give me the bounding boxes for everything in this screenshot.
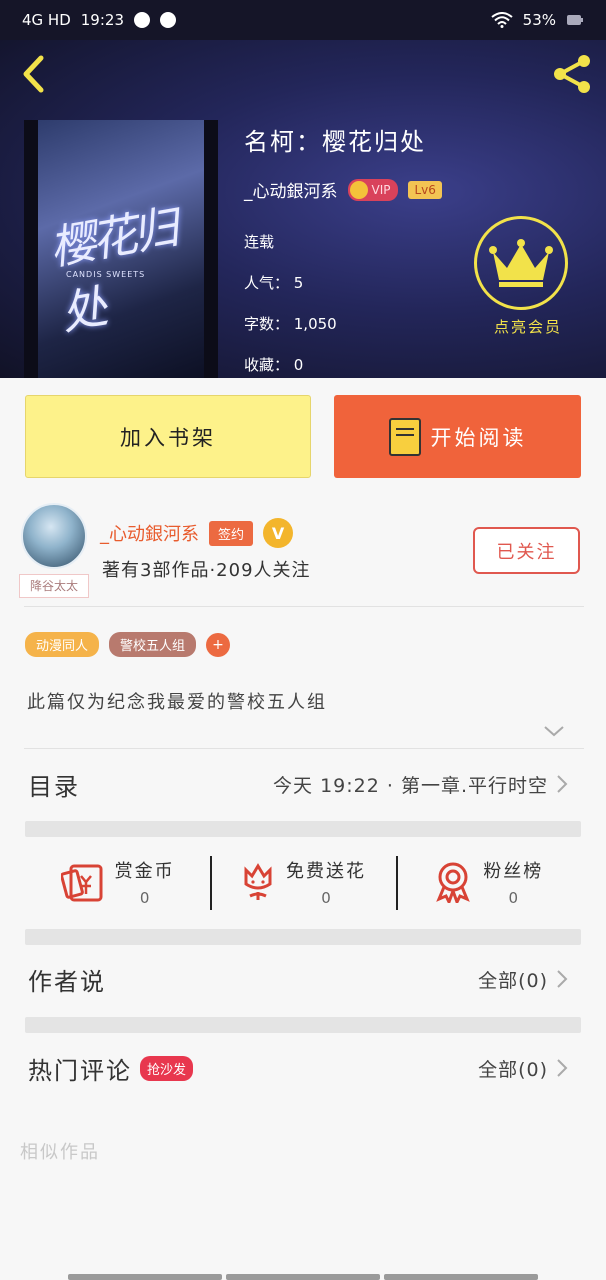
author-card-name[interactable]: _心动銀河系 — [100, 520, 199, 546]
wifi-icon — [491, 12, 513, 28]
signed-badge: 签约 — [209, 520, 254, 546]
weibo-icon — [160, 12, 176, 28]
fan-ranking-value: 0 — [508, 889, 519, 907]
expand-chevron-down-icon[interactable] — [543, 724, 565, 738]
gesture-bar — [68, 1274, 538, 1280]
hot-comments-all: 全部(0) — [478, 1058, 548, 1081]
member-button[interactable] — [474, 216, 568, 310]
hot-comments-label: 热门评论 — [28, 1056, 132, 1085]
add-to-shelf-label: 加入书架 — [120, 425, 216, 450]
book-header: 樱花归处 CANDIS SWEETS 名柯：樱花归处 _心动銀河系 VIP Lv… — [0, 40, 606, 378]
sofa-badge[interactable]: 抢沙发 — [140, 1055, 194, 1081]
section-separator — [25, 929, 581, 945]
vip-label: VIP — [371, 182, 391, 197]
stats-row: 赏金币 0 免费送花 0 粉丝榜 0 — [25, 852, 581, 912]
chevron-right-icon — [557, 970, 568, 988]
fan-ranking[interactable]: 粉丝榜 0 — [395, 852, 581, 912]
catalog-label: 目录 — [28, 772, 80, 801]
coin-envelope-icon — [60, 864, 103, 902]
vip-star-icon — [349, 180, 368, 199]
add-tag-button[interactable]: + — [206, 632, 231, 657]
latest-chapter: 今天 19:22 · 第一章.平行时空 — [273, 774, 548, 797]
hot-comments-row[interactable]: 热门评论 抢沙发 全部(0) — [28, 1050, 568, 1086]
verified-v-icon: V — [263, 518, 294, 548]
share-icon[interactable] — [550, 52, 594, 96]
book-status: 连载 — [244, 233, 275, 251]
author-works-info: 著有3部作品·209人关注 — [102, 560, 311, 581]
gesture-segment — [226, 1274, 380, 1280]
section-separator — [25, 821, 581, 837]
gesture-segment — [68, 1274, 222, 1280]
chevron-right-icon — [557, 775, 568, 793]
film-strip-left — [24, 120, 38, 378]
add-to-shelf-button[interactable]: 加入书架 — [25, 395, 311, 478]
author-avatar[interactable] — [21, 503, 87, 569]
book-cover[interactable]: 樱花归处 CANDIS SWEETS — [24, 120, 218, 378]
divider — [24, 606, 584, 607]
gesture-segment — [384, 1274, 538, 1280]
status-bar: 4G HD 19:23 53% — [0, 0, 606, 40]
fan-ranking-label: 粉丝榜 — [483, 861, 544, 882]
send-flower-value: 0 — [321, 889, 331, 907]
medal-icon — [436, 862, 471, 903]
tag-list: 动漫同人 警校五人组 + — [25, 632, 231, 657]
vip-badge: VIP — [347, 178, 399, 201]
book-description: 此篇仅为纪念我最爱的警校五人组 — [27, 692, 327, 713]
reward-coins-value: 0 — [139, 889, 150, 907]
follow-button[interactable]: 已关注 — [473, 527, 580, 574]
chevron-right-icon — [557, 1059, 568, 1077]
section-separator — [25, 1017, 581, 1033]
author-card-name-row: _心动銀河系 签约 V — [100, 518, 294, 548]
cover-subtitle: CANDIS SWEETS — [66, 270, 146, 279]
avatar-tag: 降谷太太 — [19, 574, 89, 598]
similar-works-heading: 相似作品 — [20, 1142, 100, 1163]
battery-level: 53% — [522, 11, 556, 29]
tag-anime-fanfic[interactable]: 动漫同人 — [25, 632, 100, 657]
start-reading-button[interactable]: 开始阅读 — [334, 395, 581, 478]
reward-coins-label: 赏金币 — [114, 861, 175, 882]
author-says-all: 全部(0) — [478, 969, 548, 992]
member-label[interactable]: 点亮会员 — [494, 316, 562, 337]
flower-icon — [244, 863, 272, 900]
book-meta: 连载 人气： 5 字数： 1,050 收藏： 0 — [244, 222, 442, 386]
book-favorites: 收藏： 0 — [244, 356, 304, 374]
book-title: 名柯：樱花归处 — [244, 128, 426, 156]
cover-title: 樱花归处 — [45, 200, 179, 341]
clock: 19:23 — [80, 11, 124, 29]
author-line: _心动銀河系 VIP Lv6 — [244, 177, 442, 202]
divider — [24, 748, 584, 749]
send-flower[interactable]: 免费送花 0 — [210, 852, 395, 912]
back-icon[interactable] — [14, 52, 54, 96]
battery-icon — [567, 15, 583, 25]
send-flower-label: 免费送花 — [285, 861, 366, 882]
tag-police-academy[interactable]: 警校五人组 — [109, 632, 197, 657]
network-indicator: 4G HD — [22, 11, 71, 29]
author-says-row[interactable]: 作者说 全部(0) — [28, 961, 568, 997]
author-says-label: 作者说 — [28, 967, 106, 996]
catalog-row[interactable]: 目录 今天 19:22 · 第一章.平行时空 — [28, 766, 568, 802]
book-word-count: 字数： 1,050 — [244, 315, 337, 333]
start-reading-label: 开始阅读 — [430, 425, 527, 450]
notification-icon — [134, 12, 150, 28]
book-popularity: 人气： 5 — [244, 274, 304, 292]
reward-coins[interactable]: 赏金币 0 — [25, 852, 210, 912]
level-badge: Lv6 — [408, 180, 442, 199]
book-icon — [388, 417, 421, 456]
crown-icon — [489, 239, 553, 287]
author-name[interactable]: _心动銀河系 — [244, 177, 338, 202]
book-info: 名柯：樱花归处 _心动銀河系 VIP Lv6 连载 人气： 5 字数： 1,05… — [244, 122, 442, 386]
